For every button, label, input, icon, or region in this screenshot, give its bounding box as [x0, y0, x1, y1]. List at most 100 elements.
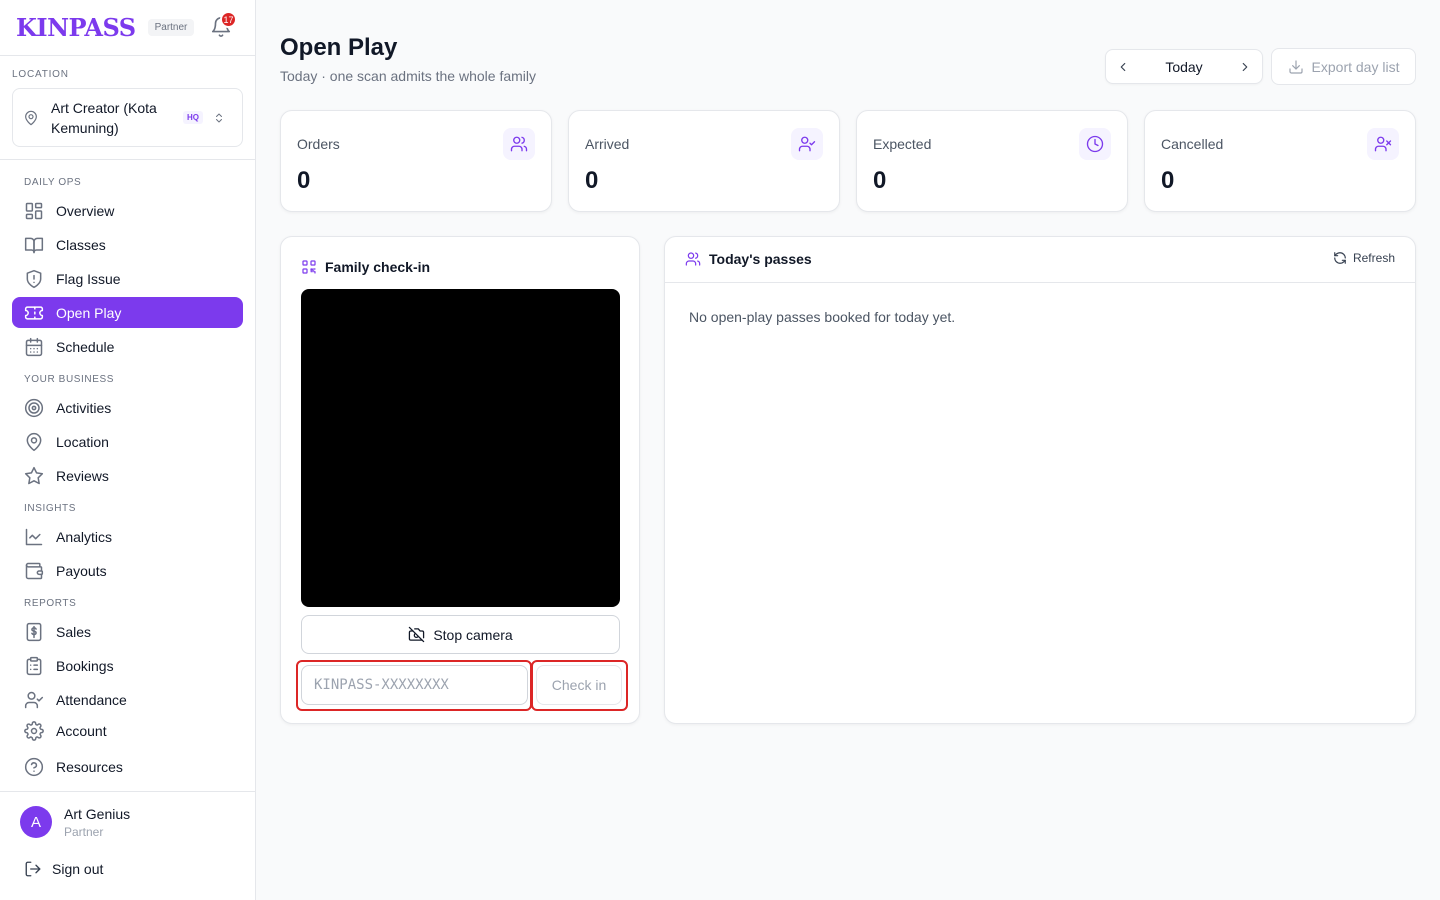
hq-badge: HQ	[183, 111, 203, 124]
stat-card-cancelled: Cancelled 0	[1144, 110, 1416, 212]
stat-label: Expected	[873, 136, 932, 152]
refresh-button[interactable]: Refresh	[1333, 251, 1395, 265]
sidebar-item-bookings[interactable]: Bookings	[12, 650, 243, 681]
stat-value: 0	[1161, 167, 1175, 194]
line-chart-icon	[25, 528, 43, 545]
map-pin-icon	[25, 110, 37, 125]
family-checkin-card: Family check-in Stop camera Check in	[280, 236, 640, 724]
user-role: Partner	[64, 825, 104, 839]
sidebar: KINPASS Partner 17 LOCATION Art Creator …	[0, 0, 256, 900]
sidebar-item-label: Classes	[56, 236, 106, 253]
sidebar-item-overview[interactable]: Overview	[12, 195, 243, 226]
sidebar-item-label: Open Play	[56, 304, 122, 321]
location-section-label: LOCATION	[12, 69, 69, 80]
sidebar-item-resources[interactable]: Resources	[12, 751, 243, 782]
stat-card-expected: Expected 0	[856, 110, 1128, 212]
clock-icon	[1086, 135, 1104, 153]
checkin-title: Family check-in	[325, 259, 431, 275]
partner-badge: Partner	[147, 19, 195, 36]
todays-passes-card: Today's passes Refresh No open-play pass…	[664, 236, 1416, 724]
star-icon	[24, 466, 44, 484]
sidebar-item-account[interactable]: Account	[12, 715, 243, 746]
kinpass-logo[interactable]: KINPASS	[16, 13, 136, 42]
shield-alert-icon	[26, 269, 42, 288]
target-icon	[24, 398, 44, 417]
stat-label: Cancelled	[1161, 136, 1224, 152]
export-day-list-button[interactable]: Export day list	[1271, 48, 1416, 85]
check-in-button[interactable]: Check in	[536, 665, 622, 705]
sidebar-item-label: Overview	[56, 202, 115, 219]
nav-section-daily-ops: DAILY OPS	[24, 177, 82, 188]
sidebar-item-schedule[interactable]: Schedule	[12, 331, 243, 362]
log-out-icon	[25, 861, 41, 877]
sign-out-label: Sign out	[52, 861, 104, 877]
stat-card-orders: Orders 0	[280, 110, 552, 212]
stat-icon-wrap	[503, 128, 535, 160]
refresh-label: Refresh	[1352, 251, 1395, 265]
stat-label: Orders	[297, 136, 340, 152]
sidebar-item-label: Sales	[56, 623, 92, 640]
stat-value: 0	[585, 167, 599, 194]
pass-code-input[interactable]	[301, 665, 528, 705]
ticket-icon	[24, 305, 44, 320]
sign-out-button[interactable]: Sign out	[24, 860, 103, 878]
map-pin-icon	[26, 432, 42, 451]
sidebar-item-location[interactable]: Location	[12, 426, 243, 457]
empty-state-message: No open-play passes booked for today yet…	[689, 309, 956, 325]
passes-header: Today's passes Refresh	[665, 237, 1415, 283]
refresh-icon	[1334, 252, 1346, 264]
user-x-icon	[1374, 136, 1392, 152]
users-icon	[685, 252, 701, 266]
location-selector[interactable]: Art Creator (Kota Kemuning) HQ	[12, 88, 243, 147]
calendar-icon	[25, 337, 43, 356]
nav-section-reports: REPORTS	[24, 598, 77, 609]
date-navigator: Today	[1105, 49, 1263, 84]
sidebar-item-label: Analytics	[56, 528, 113, 545]
sidebar-item-reviews[interactable]: Reviews	[12, 460, 243, 491]
user-check-icon	[798, 136, 816, 152]
wallet-icon	[25, 562, 44, 579]
receipt-dollar-icon	[26, 622, 42, 641]
sidebar-item-label: Location	[56, 433, 109, 450]
sidebar-item-label: Payouts	[56, 562, 107, 579]
chevron-left-icon[interactable]	[1116, 60, 1130, 74]
stat-label: Arrived	[585, 136, 630, 152]
stat-value: 0	[873, 167, 887, 194]
sidebar-item-label: Resources	[56, 758, 123, 775]
sidebar-item-analytics[interactable]: Analytics	[12, 521, 243, 552]
current-date-label[interactable]: Today	[1165, 59, 1202, 75]
sidebar-item-activities[interactable]: Activities	[12, 392, 243, 423]
sidebar-item-sales[interactable]: Sales	[12, 616, 243, 647]
stop-camera-button[interactable]: Stop camera	[301, 615, 620, 654]
location-name: Art Creator (Kota Kemuning)	[51, 99, 157, 136]
sidebar-item-label: Schedule	[56, 338, 115, 355]
sidebar-item-flag-issue[interactable]: Flag Issue	[12, 263, 243, 294]
passes-title-wrap: Today's passes	[685, 251, 812, 267]
avatar[interactable]: A	[20, 806, 52, 838]
book-open-icon	[24, 237, 44, 253]
stat-icon-wrap	[1079, 128, 1111, 160]
help-circle-icon	[24, 757, 44, 776]
sidebar-item-open-play[interactable]: Open Play	[12, 297, 243, 328]
chevrons-up-down-icon	[216, 113, 222, 122]
user-name: Art Genius	[64, 806, 131, 822]
export-label: Export day list	[1311, 58, 1400, 75]
sidebar-item-attendance[interactable]: Attendance	[12, 684, 243, 715]
qr-code-icon	[302, 260, 316, 274]
sidebar-item-label: Reviews	[56, 467, 109, 484]
sidebar-item-payouts[interactable]: Payouts	[12, 555, 243, 586]
sidebar-item-classes[interactable]: Classes	[12, 229, 243, 260]
passes-title: Today's passes	[709, 251, 812, 267]
notification-count-badge: 17	[220, 11, 237, 28]
nav-section-insights: INSIGHTS	[24, 503, 77, 514]
chevron-right-icon[interactable]	[1238, 60, 1252, 74]
page-subtitle: Today · one scan admits the whole family	[280, 68, 537, 84]
camera-viewfinder	[301, 289, 620, 607]
users-icon	[510, 136, 528, 152]
stat-card-arrived: Arrived 0	[568, 110, 840, 212]
page-title: Open Play	[280, 34, 398, 61]
stop-camera-label: Stop camera	[433, 626, 513, 643]
stat-icon-wrap	[791, 128, 823, 160]
download-icon	[1288, 59, 1303, 74]
sidebar-item-label: Activities	[56, 399, 112, 416]
